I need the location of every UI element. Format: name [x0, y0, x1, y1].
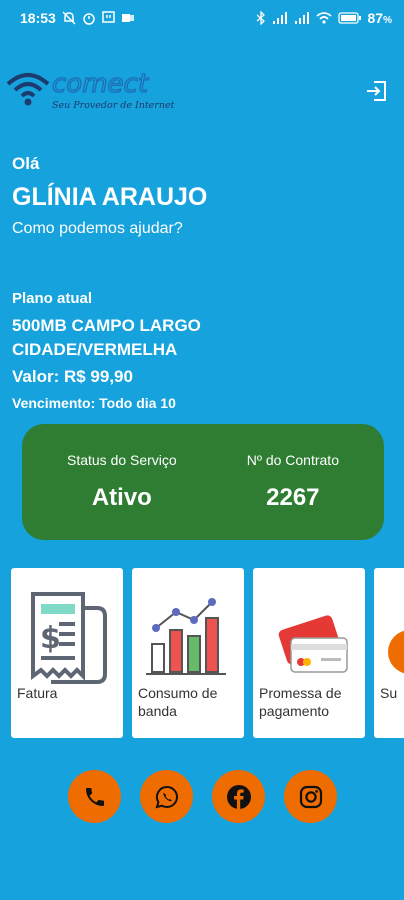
- menu-card-label: Promessa de pagamento: [259, 685, 342, 719]
- user-name: GLÍNIA ARAUJO: [12, 183, 208, 211]
- svg-text:$: $: [40, 621, 61, 656]
- status-bar: 18:53 87%: [0, 0, 404, 36]
- svg-text:comect: comect: [52, 69, 149, 99]
- signal-icon: [272, 12, 288, 24]
- svg-text:Seu Provedor de Internet: Seu Provedor de Internet: [52, 100, 175, 111]
- instagram-button[interactable]: [284, 770, 337, 823]
- instagram-icon: [299, 785, 322, 808]
- bar-chart-icon: [142, 588, 234, 688]
- battery-icon: [337, 12, 362, 24]
- menu-card-promessa-pagamento[interactable]: Promessa de pagamento: [253, 568, 365, 738]
- alarm-icon: [82, 11, 96, 25]
- menu-card-consumo-banda[interactable]: Consumo de banda: [132, 568, 244, 738]
- facebook-button[interactable]: [212, 770, 265, 823]
- plan-label: Plano atual: [12, 290, 93, 307]
- clock: 18:53: [20, 10, 56, 26]
- twitch-icon: [102, 11, 115, 25]
- plan-due-date: Vencimento: Todo dia 10: [12, 395, 176, 411]
- menu-card-suporte[interactable]: Su: [374, 568, 404, 738]
- service-status-card: Status do Serviço Ativo Nº do Contrato 2…: [22, 424, 384, 540]
- greeting-section: Olá GLÍNIA ARAUJO Como podemos ajudar?: [12, 154, 392, 238]
- service-status-label: Status do Serviço: [66, 452, 177, 468]
- plan-name: 500MB CAMPO LARGO CIDADE/VERMELHA: [12, 316, 201, 359]
- facebook-icon: [226, 784, 251, 809]
- credit-card-icon: [263, 588, 355, 688]
- support-icon: [384, 588, 404, 688]
- plan-price: Valor: R$ 99,90: [12, 367, 133, 386]
- service-status-value: Ativo: [91, 484, 152, 511]
- wifi-icon: [315, 12, 332, 24]
- teams-icon: [121, 11, 135, 25]
- bluetooth-icon: [256, 11, 266, 25]
- menu-card-label: Consumo de banda: [138, 685, 218, 719]
- contract-number: Nº do Contrato 2267: [247, 452, 339, 512]
- social-buttons: [68, 770, 337, 823]
- invoice-icon: $: [21, 588, 113, 688]
- phone-icon: [85, 787, 104, 806]
- whatsapp-button[interactable]: [140, 770, 193, 823]
- help-text: Como podemos ajudar?: [12, 220, 183, 237]
- plan-section: Plano atual 500MB CAMPO LARGO CIDADE/VER…: [12, 290, 392, 411]
- logout-icon[interactable]: [364, 78, 390, 104]
- header: comect Seu Provedor de Internet: [0, 62, 404, 122]
- mute-icon: [62, 11, 76, 25]
- greeting-hello: Olá: [12, 154, 40, 173]
- menu-card-label: Su: [380, 685, 398, 701]
- brand-logo: comect Seu Provedor de Internet: [6, 62, 176, 114]
- signal-3g-icon: [294, 12, 310, 24]
- phone-button[interactable]: [68, 770, 121, 823]
- whatsapp-icon: [155, 785, 178, 808]
- contract-number-value: 2267: [266, 484, 320, 511]
- menu-card-fatura[interactable]: $ Fatura: [11, 568, 123, 738]
- battery-level: 87%: [367, 10, 392, 26]
- menu-card-label: Fatura: [17, 685, 58, 701]
- menu-carousel[interactable]: $ Fatura Consumo de banda Promessa de pa…: [11, 568, 404, 740]
- wifi-logo-icon: [6, 73, 50, 106]
- service-status: Status do Serviço Ativo: [67, 452, 177, 512]
- contract-number-label: Nº do Contrato: [246, 452, 339, 468]
